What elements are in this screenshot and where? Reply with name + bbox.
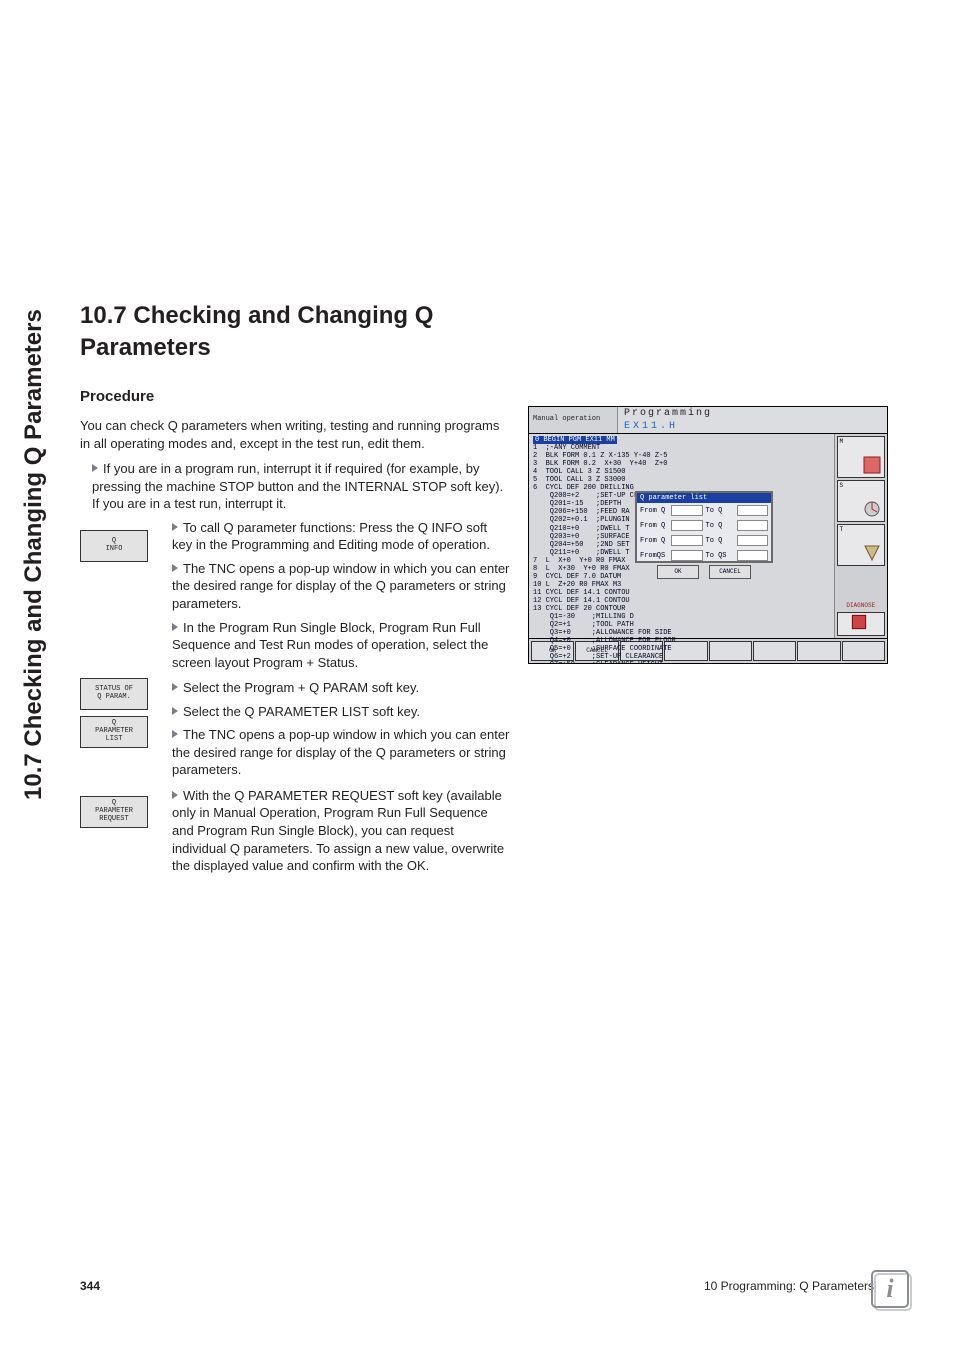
shot-title-2: EX11.H — [624, 420, 887, 434]
shot-s-button[interactable] — [837, 480, 885, 522]
sidebar-section-title: 10.7 Checking and Changing Q Parameters — [18, 280, 50, 800]
shot-title-1: Programming — [624, 407, 887, 421]
popup-input[interactable] — [671, 505, 703, 516]
popup-to-label: To Q — [706, 507, 734, 515]
q-param-list-popup: Q parameter list From Q To Q From Q To Q… — [635, 491, 773, 563]
popup-input[interactable] — [671, 520, 703, 531]
shot-titlebar: Manual operation Programming EX11.H — [529, 407, 887, 434]
softkey-q-info[interactable]: Q INFO — [80, 530, 148, 562]
heading-2: Procedure — [80, 387, 510, 407]
popup-input[interactable] — [671, 535, 703, 546]
shot-softkey-empty — [842, 641, 885, 661]
popup-title: Q parameter list — [637, 493, 771, 503]
popup-input[interactable] — [737, 520, 769, 531]
info-icon: i — [871, 1270, 909, 1308]
popup-cancel-button[interactable]: CANCEL — [709, 565, 751, 579]
shot-t-button[interactable] — [837, 524, 885, 566]
popup-to-label: To Q — [706, 522, 734, 530]
heading-1: 10.7 Checking and Changing Q Parameters — [80, 300, 510, 365]
popup-input[interactable] — [671, 550, 703, 561]
popup-ok-button[interactable]: OK — [657, 565, 699, 579]
shot-diagnose-button[interactable] — [837, 612, 885, 636]
bullet-4: In the Program Run Single Block, Program… — [80, 619, 510, 672]
tnc-screenshot: Manual operation Programming EX11.H 0 BE… — [528, 406, 888, 664]
bullet-3: The TNC opens a pop-up window in which y… — [80, 560, 510, 613]
page-number: 344 — [80, 1278, 100, 1294]
shot-code-area: 0 BEGIN PGM EX11 MM 1 ;-ANY COMMENT 2 BL… — [529, 434, 834, 638]
popup-from-label: From Q — [640, 522, 668, 530]
shot-mode-label: Manual operation — [529, 407, 618, 433]
shot-right-buttons: DIAGNOSE — [834, 434, 887, 638]
bullet-1: If you are in a program run, interrupt i… — [80, 460, 510, 513]
popup-fromqs-label: FromQS — [640, 552, 668, 560]
softkey-q-parameter-request[interactable]: Q PARAMETER REQUEST — [80, 796, 148, 828]
shot-m-button[interactable] — [837, 436, 885, 478]
popup-from-label: From Q — [640, 507, 668, 515]
popup-input[interactable] — [737, 535, 769, 546]
softkey-status-q-param[interactable]: STATUS OF Q PARAM. — [80, 678, 148, 710]
main-content: 10.7 Checking and Changing Q Parameters … — [80, 300, 510, 881]
popup-toqs-label: To QS — [706, 552, 734, 560]
popup-input[interactable] — [737, 505, 769, 516]
popup-from-label: From Q — [640, 537, 668, 545]
shot-highlight-line: 0 BEGIN PGM EX11 MM — [533, 436, 617, 444]
intro-text: You can check Q parameters when writing,… — [80, 417, 510, 452]
footer-chapter: 10 Programming: Q Parameters — [704, 1278, 874, 1294]
shot-diagnose-label[interactable]: DIAGNOSE — [837, 602, 885, 610]
softkey-q-parameter-list[interactable]: Q PARAMETER LIST — [80, 716, 148, 748]
popup-input[interactable] — [737, 550, 769, 561]
popup-to-label: To Q — [706, 537, 734, 545]
